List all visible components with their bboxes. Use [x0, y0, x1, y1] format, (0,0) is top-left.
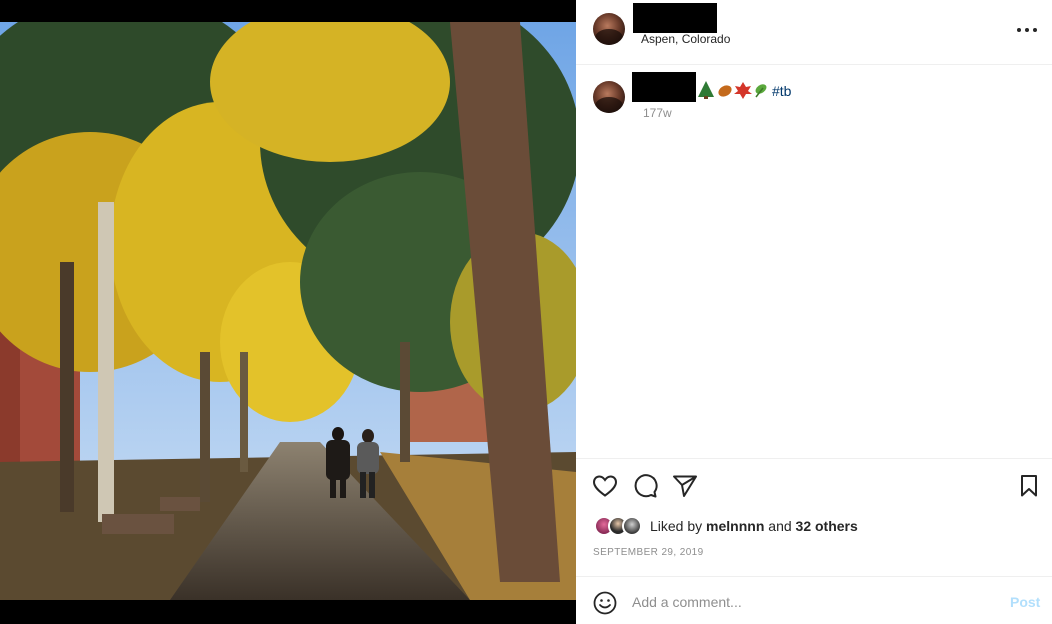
comment-input[interactable]: [632, 591, 992, 613]
caption-hashtag-link[interactable]: #tb: [772, 83, 791, 99]
photo-pane: [0, 0, 576, 624]
author-avatar[interactable]: [593, 13, 625, 45]
liker-avatars[interactable]: [594, 516, 646, 536]
post-header: Aspen, Colorado: [576, 0, 1052, 65]
smiley-icon[interactable]: [593, 591, 617, 615]
likes-others-link[interactable]: 32 others: [796, 518, 858, 534]
more-icon: [1017, 28, 1021, 32]
likes-summary: Liked by melnnnn and 32 others: [650, 518, 858, 534]
likes-joiner: and: [764, 518, 796, 534]
liker-username-link[interactable]: melnnnn: [706, 518, 764, 534]
paper-plane-icon[interactable]: [672, 474, 698, 498]
post-side-panel: Aspen, Colorado #tb 177w Liked by melnnn…: [576, 0, 1052, 624]
more-options-button[interactable]: [1016, 20, 1042, 40]
action-bar: Liked by melnnnn and 32 others SEPTEMBER…: [576, 458, 1052, 576]
comment-bubble-icon[interactable]: [632, 474, 658, 498]
likes-prefix: Liked by: [650, 518, 707, 534]
liker-avatar: [622, 516, 642, 536]
caption-avatar[interactable]: [593, 81, 625, 113]
redacted-caption-username[interactable]: [632, 72, 696, 102]
redacted-username[interactable]: [633, 3, 717, 33]
bookmark-icon[interactable]: [1018, 474, 1040, 498]
post-location[interactable]: Aspen, Colorado: [641, 32, 730, 46]
heart-icon[interactable]: [592, 474, 618, 498]
caption-emoji: [697, 80, 769, 100]
comment-bar: Post: [576, 576, 1052, 624]
post-photo[interactable]: [0, 22, 576, 600]
caption-age: 177w: [643, 106, 672, 120]
post-date[interactable]: SEPTEMBER 29, 2019: [593, 547, 704, 558]
post-comment-button[interactable]: Post: [1010, 594, 1040, 610]
